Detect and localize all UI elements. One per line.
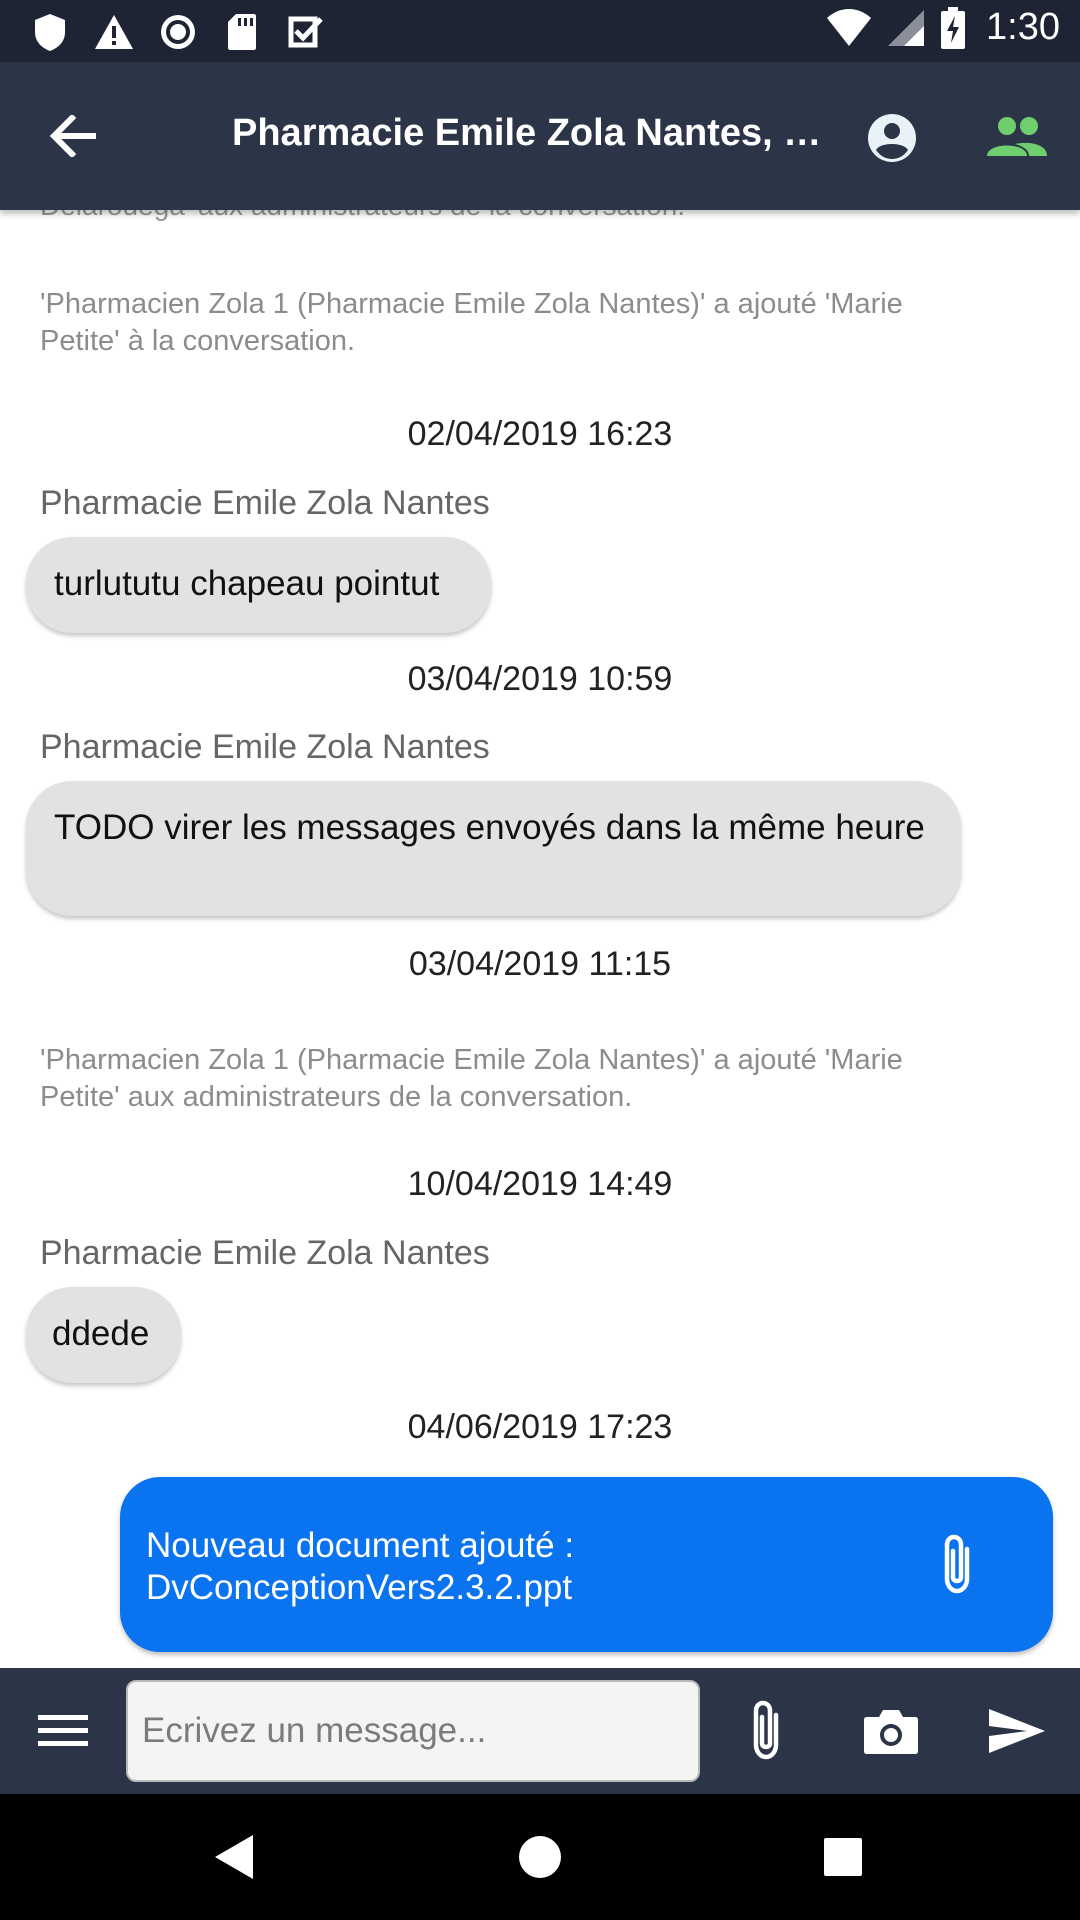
warning-icon <box>92 10 136 54</box>
home-circle-icon[interactable] <box>507 1824 573 1890</box>
recents-square-icon[interactable] <box>810 1824 876 1890</box>
record-icon <box>156 10 200 54</box>
signal-icon <box>888 9 925 46</box>
system-message: 'Pharmacien Zola 1 (Pharmacie Emile Zola… <box>40 288 903 357</box>
message-text: turlututu chapeau pointut <box>54 564 440 603</box>
message-input[interactable] <box>126 1680 700 1782</box>
sender-name: Pharmacie Emile Zola Nantes <box>40 728 490 766</box>
arrow-back-icon[interactable] <box>44 106 104 166</box>
attach-icon[interactable] <box>738 1696 794 1766</box>
attachment-icon[interactable] <box>937 1533 997 1603</box>
wifi-icon <box>827 8 872 46</box>
message-text: TODO virer les messages envoyés dans la … <box>54 808 925 847</box>
system-icons: 1:30 <box>826 6 1060 49</box>
timestamp: 10/04/2019 14:49 <box>407 1165 673 1203</box>
group-icon[interactable] <box>982 108 1052 168</box>
system-message-partial: Delarouega' aux administrateurs de la co… <box>40 210 685 222</box>
sd-card-icon <box>220 10 264 54</box>
clock: 1:30 <box>986 6 1060 48</box>
notification-icons <box>28 10 328 54</box>
message-list[interactable]: Delarouega' aux administrateurs de la co… <box>0 210 1080 1668</box>
message-composer <box>0 1668 1080 1794</box>
sender-name: Pharmacie Emile Zola Nantes <box>40 484 490 522</box>
message-text: Nouveau document ajouté : DvConceptionVe… <box>146 1526 575 1607</box>
shield-icon <box>28 10 72 54</box>
send-icon[interactable] <box>982 1698 1052 1764</box>
battery-charging-icon <box>941 6 966 49</box>
status-bar: 1:30 <box>0 0 1080 62</box>
message-bubble[interactable]: turlututu chapeau pointut <box>26 537 491 633</box>
message-bubble[interactable]: ddede <box>26 1287 181 1383</box>
outgoing-document-bubble[interactable]: Nouveau document ajouté : DvConceptionVe… <box>120 1477 1053 1652</box>
app-bar: Pharmacie Emile Zola Nantes, Marie Petit… <box>0 62 1080 210</box>
system-navigation-bar <box>0 1794 1080 1920</box>
message-text: ddede <box>52 1314 150 1353</box>
conversation-title: Pharmacie Emile Zola Nantes, Marie Petit… <box>232 112 832 154</box>
menu-icon[interactable] <box>34 1704 92 1758</box>
account-circle-icon[interactable] <box>862 108 922 168</box>
timestamp: 03/04/2019 10:59 <box>407 660 673 698</box>
checkbox-icon <box>284 10 328 54</box>
timestamp: 04/06/2019 17:23 <box>407 1408 673 1446</box>
back-triangle-icon[interactable] <box>202 1824 268 1890</box>
sender-name: Pharmacie Emile Zola Nantes <box>40 1234 490 1272</box>
timestamp: 03/04/2019 11:15 <box>408 945 672 983</box>
timestamp: 02/04/2019 16:23 <box>407 415 673 453</box>
system-message: 'Pharmacien Zola 1 (Pharmacie Emile Zola… <box>40 1044 903 1113</box>
message-bubble[interactable]: TODO virer les messages envoyés dans la … <box>26 781 961 916</box>
camera-icon[interactable] <box>856 1698 926 1764</box>
